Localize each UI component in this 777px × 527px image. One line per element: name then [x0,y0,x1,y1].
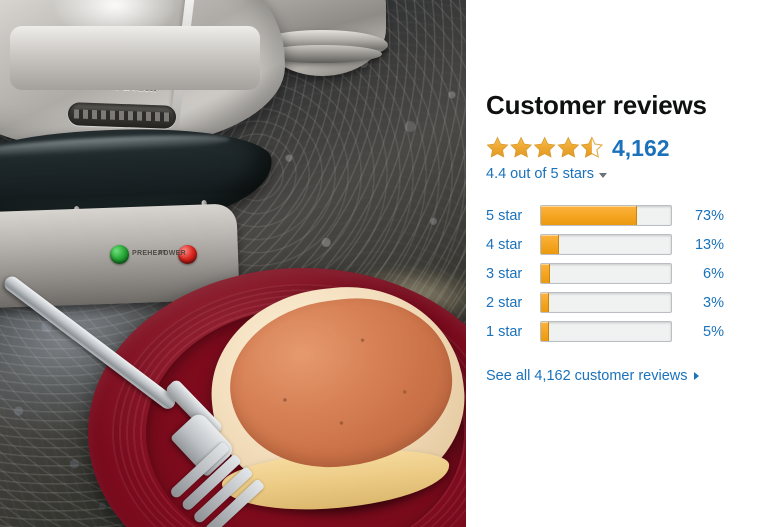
histogram-bar-track[interactable] [540,292,672,313]
rating-dropdown[interactable]: 4.4 out of 5 stars [486,166,608,182]
sandwich-maker-base-inner [10,26,260,90]
rating-text: 4.4 out of 5 stars [486,166,595,182]
histogram-row: 1 star 5% [486,317,758,346]
histogram-percent[interactable]: 5% [672,324,724,340]
histogram-bar-track[interactable] [540,234,672,255]
product-photo: Hamilton Beach PREHEAT POWER [0,0,466,527]
histogram-star-label[interactable]: 1 star [486,324,540,340]
customer-reviews-panel: Customer reviews 4,162 4.4 out of 5 star… [466,0,777,527]
histogram-percent[interactable]: 6% [672,266,724,282]
see-all-reviews-label: See all 4,162 customer reviews [486,368,688,384]
histogram-row: 5 star 73% [486,201,758,230]
histogram-bar-fill [541,264,550,283]
histogram-row: 2 star 3% [486,288,758,317]
histogram-bar-track[interactable] [540,263,672,284]
review-count[interactable]: 4,162 [612,136,670,160]
preheat-indicator-light [110,245,129,264]
histogram-star-label[interactable]: 3 star [486,266,540,282]
histogram-bar-fill [541,293,549,312]
page-title: Customer reviews [486,90,707,120]
product-review-screenshot: Hamilton Beach PREHEAT POWER Custome [0,0,777,527]
histogram-star-label[interactable]: 4 star [486,237,540,253]
histogram-row: 3 star 6% [486,259,758,288]
chevron-right-icon [693,372,699,380]
histogram-bar-track[interactable] [540,321,672,342]
histogram-percent[interactable]: 73% [672,208,724,224]
histogram-star-label[interactable]: 2 star [486,295,540,311]
histogram-bar-fill [541,206,637,225]
histogram-row: 4 star 13% [486,230,758,259]
star-rating-icon [486,136,604,160]
see-all-reviews-link[interactable]: See all 4,162 customer reviews [486,368,699,384]
histogram-bar-track[interactable] [540,205,672,226]
rating-summary: 4,162 [486,136,758,160]
histogram-percent[interactable]: 3% [672,295,724,311]
chevron-down-icon [599,173,608,178]
histogram-percent[interactable]: 13% [672,237,724,253]
rating-histogram: 5 star 73% 4 star 13% 3 star 6% 2 star 3… [486,201,758,346]
histogram-bar-fill [541,235,559,254]
histogram-star-label[interactable]: 5 star [486,208,540,224]
dome-vent-slot [67,102,177,129]
power-label: POWER [158,250,186,257]
histogram-bar-fill [541,322,549,341]
